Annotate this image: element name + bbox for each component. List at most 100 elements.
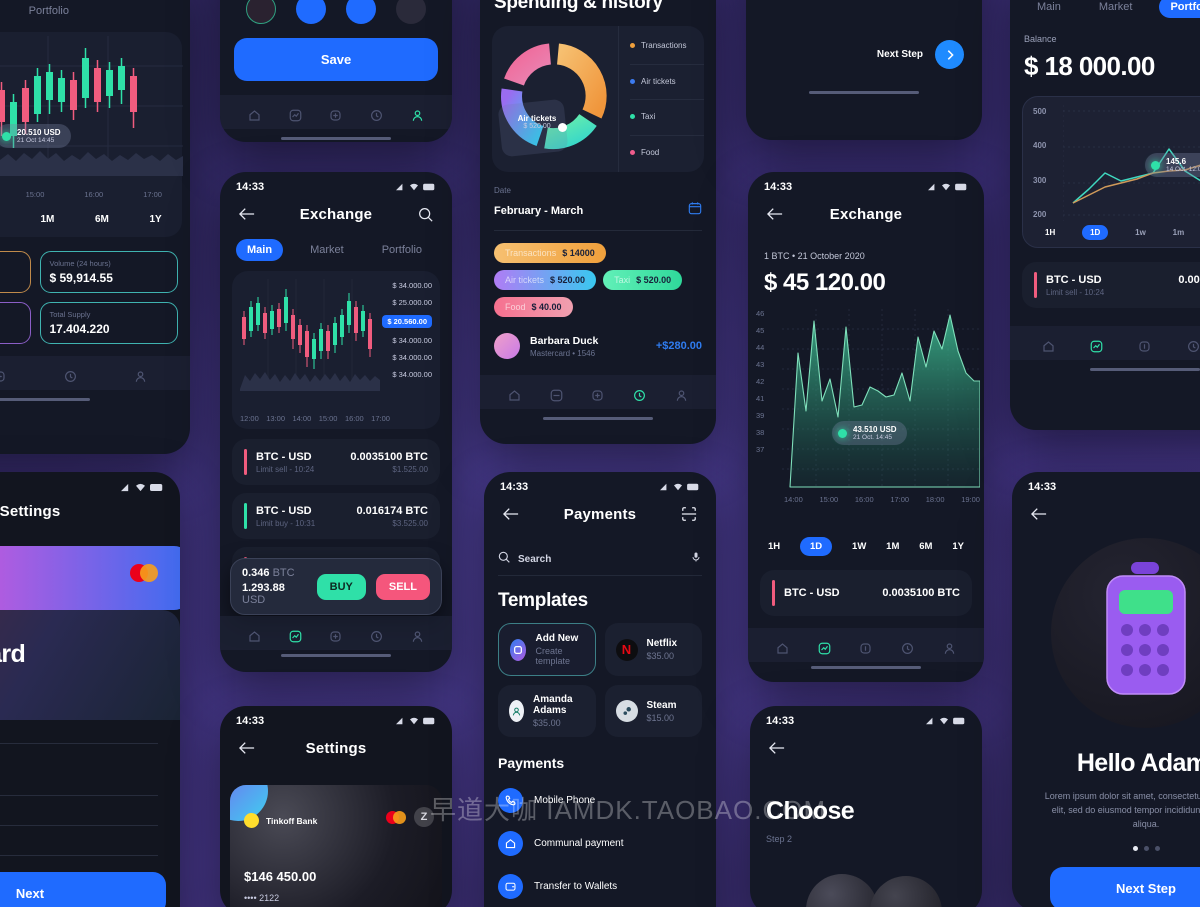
nav-chart-icon[interactable]	[546, 385, 566, 405]
nav-history-icon[interactable]	[60, 366, 80, 386]
nav-profile-icon[interactable]	[408, 626, 428, 646]
choice-bubble[interactable]	[806, 874, 878, 907]
avatar[interactable]	[296, 0, 326, 24]
range-6m[interactable]: 6M	[95, 214, 109, 225]
back-arrow-icon[interactable]	[236, 737, 258, 759]
legend-item[interactable]: Transactions	[630, 41, 704, 50]
next-step-button[interactable]: Next Step	[1050, 866, 1200, 907]
tab-portfolio[interactable]: Portfolio	[371, 239, 433, 261]
stat-card[interactable]: Volume (24 hours) $ 59,914.55	[39, 251, 178, 293]
nav-history-icon[interactable]	[898, 638, 918, 658]
nav-home-icon[interactable]	[773, 638, 793, 658]
choice-bubble[interactable]	[870, 876, 942, 907]
back-arrow-icon[interactable]	[500, 503, 522, 525]
next-button[interactable]: Next	[0, 872, 166, 907]
table-row[interactable]: BTC - USD Limit sell - 10:24 0.0035100 B…	[232, 439, 440, 485]
range-1w[interactable]: 1w	[1135, 228, 1146, 237]
pill-air-tickets[interactable]: Air tickets $ 520.00	[494, 270, 597, 290]
list-item[interactable]: Transfer to Wallets	[498, 865, 702, 907]
candle-chart-card[interactable]: $ 34.000.00 $ 25.000.00 $ 20.560.00 $ 34…	[232, 271, 440, 429]
range-1m[interactable]: 1M	[41, 214, 55, 225]
nav-home-icon[interactable]	[244, 626, 264, 646]
nav-add-icon[interactable]	[856, 638, 876, 658]
chevron-right-icon[interactable]	[935, 40, 964, 69]
extra-field-1[interactable]	[0, 796, 158, 826]
search-bar[interactable]: Search	[498, 543, 702, 576]
scan-icon[interactable]	[678, 503, 700, 525]
pill-food[interactable]: Food $ 40.00	[494, 297, 573, 317]
sell-button[interactable]: SELL	[375, 573, 430, 600]
donut-card[interactable]: Air tickets $ 520.00 Transactions Air ti…	[492, 26, 704, 172]
range-1h[interactable]: 1H	[1045, 228, 1055, 237]
nav-history-icon[interactable]	[367, 105, 387, 125]
pill-transactions[interactable]: Transactions $ 14000	[494, 243, 606, 263]
next-step-row[interactable]: Next Step	[746, 40, 982, 69]
range-6m[interactable]: 6M	[919, 541, 932, 552]
line-chart-card[interactable]: 500 400 300 200 145.6 14 Oct. 12:04 1H 1…	[1022, 96, 1200, 248]
nav-history-icon[interactable]	[1183, 336, 1200, 356]
avatar[interactable]	[346, 0, 376, 24]
nav-add-icon[interactable]	[326, 105, 346, 125]
nav-add-icon[interactable]	[1135, 336, 1155, 356]
price-level-highlighted[interactable]: $ 20.560.00	[382, 315, 432, 328]
nav-chart-icon[interactable]	[1087, 336, 1107, 356]
search-icon[interactable]	[414, 203, 436, 225]
buy-button[interactable]: BUY	[316, 573, 366, 600]
bank-card[interactable]: Tinkoff Bank Z $146 450.00 •••• 2122	[230, 785, 442, 907]
range-1w[interactable]: 1W	[852, 541, 866, 552]
nav-profile-icon[interactable]	[131, 366, 151, 386]
bank-card-strip[interactable]: Tinkoff Bank	[0, 546, 180, 616]
card-number-value[interactable]: 5500 1427 2122	[0, 720, 158, 744]
nav-chart-icon[interactable]	[285, 626, 305, 646]
save-button[interactable]: Save	[234, 38, 438, 81]
nav-add-icon[interactable]	[326, 626, 346, 646]
tab-market[interactable]: Market	[1088, 0, 1144, 18]
nav-chart-icon[interactable]	[814, 638, 834, 658]
template-netflix[interactable]: N Netflix $35.00	[604, 623, 702, 676]
nav-profile-icon[interactable]	[671, 385, 691, 405]
range-1y[interactable]: 1Y	[952, 541, 964, 552]
holder-value[interactable]: Adam Adams	[0, 772, 158, 796]
range-1y[interactable]: 1Y	[149, 214, 161, 225]
dot-active[interactable]	[1132, 845, 1138, 851]
stat-card[interactable]: Total Supply 17.404.220	[39, 302, 178, 344]
nav-home-icon[interactable]	[505, 385, 525, 405]
nav-add-icon[interactable]	[0, 366, 10, 386]
range-1d[interactable]: 1D	[799, 537, 833, 556]
table-row[interactable]: BTC - USD 0.0035100 BTC	[760, 570, 972, 616]
tab-portfolio[interactable]: Portfolio	[18, 0, 80, 22]
range-1d[interactable]: 1D	[1082, 225, 1109, 240]
range-1h[interactable]: 1H	[768, 541, 780, 552]
nav-home-icon[interactable]	[244, 105, 264, 125]
calendar-icon[interactable]	[688, 201, 702, 220]
tab-main[interactable]: Main	[1026, 0, 1072, 18]
nav-home-icon[interactable]	[1038, 336, 1058, 356]
nav-profile-icon[interactable]	[408, 105, 428, 125]
nav-profile-icon[interactable]	[939, 638, 959, 658]
legend-item[interactable]: Food	[630, 135, 704, 157]
range-1m[interactable]: 1M	[886, 541, 899, 552]
tab-main[interactable]: Main	[236, 239, 284, 261]
template-add-new[interactable]: Add New Create template	[498, 623, 596, 676]
back-arrow-icon[interactable]	[764, 203, 786, 225]
table-row[interactable]: BTC - USD Limit sell - 10:24 0.0035100 B…	[1022, 262, 1200, 308]
legend-item[interactable]: Taxi	[630, 99, 704, 121]
table-row[interactable]: BTC - USD Limit buy - 10:31 0.016174 BTC…	[232, 493, 440, 539]
range-1m[interactable]: 1m	[1173, 228, 1185, 237]
stat-card[interactable]: Limit sell - 10:24 10.00 BTC	[0, 251, 31, 293]
nav-history-icon[interactable]	[367, 626, 387, 646]
date-value[interactable]: February - March	[494, 205, 583, 217]
nav-chart-icon[interactable]	[285, 105, 305, 125]
tab-portfolio[interactable]: Portfolio	[1159, 0, 1200, 18]
nav-history-icon[interactable]	[630, 385, 650, 405]
area-chart-card[interactable]: 46 45 44 43 42 41 39 38 37 43.510 USD 21…	[748, 305, 984, 535]
avatar[interactable]	[396, 0, 426, 24]
candlestick-chart-card[interactable]: 20.510 USD 21 Oct 14:45 13:00 14:00 15:0…	[0, 32, 183, 237]
back-arrow-icon[interactable]	[1028, 503, 1050, 525]
legend-item[interactable]: Air tickets	[630, 63, 704, 86]
dot[interactable]	[1143, 845, 1149, 851]
extra-field-2[interactable]	[0, 826, 158, 856]
tab-market[interactable]: Market	[299, 239, 355, 261]
tab-market[interactable]: Market	[0, 0, 2, 22]
back-arrow-icon[interactable]	[236, 203, 258, 225]
